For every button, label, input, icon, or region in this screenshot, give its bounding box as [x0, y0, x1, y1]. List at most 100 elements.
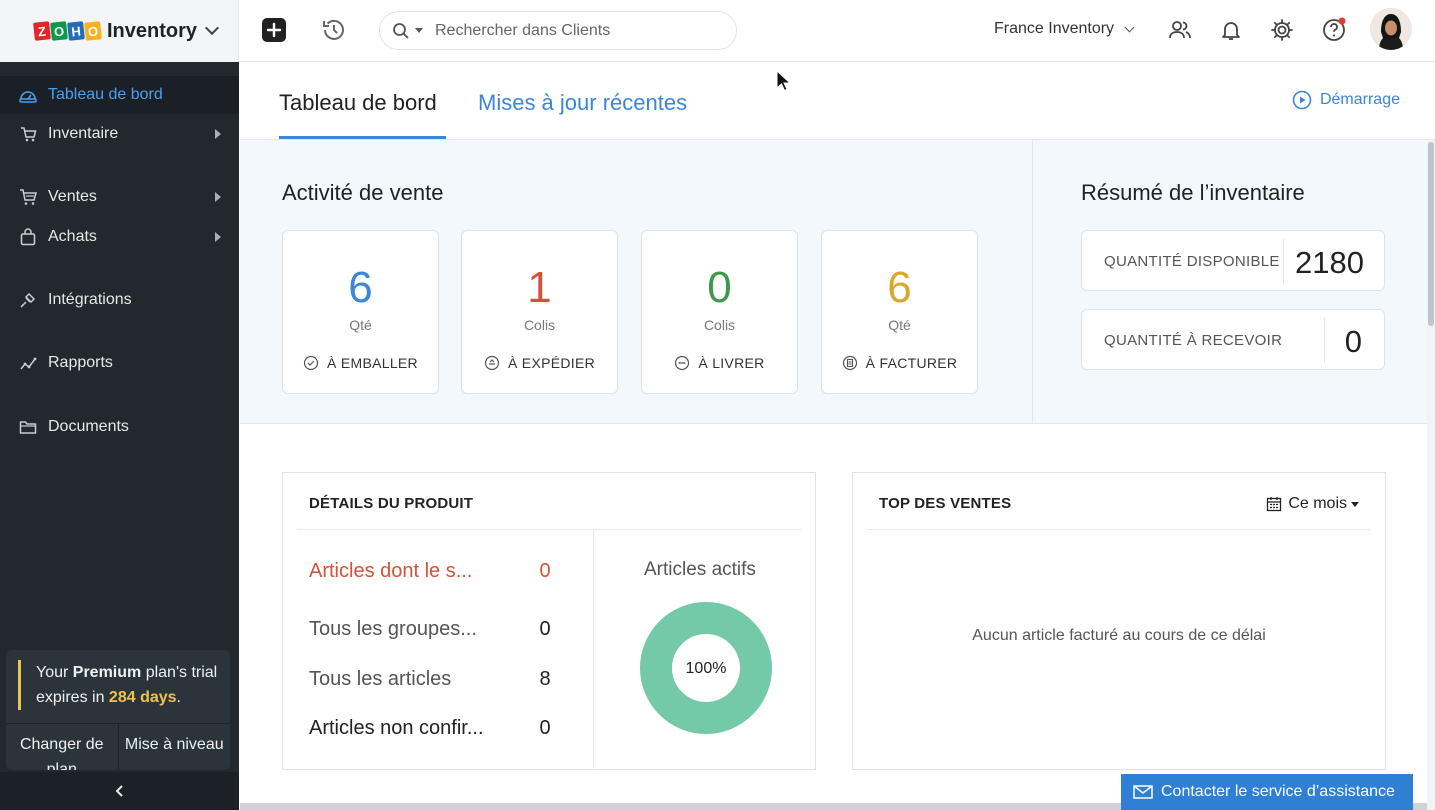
sidebar-item-inventory[interactable]: Inventaire — [0, 115, 239, 153]
to-invoice-value: 6 — [887, 263, 912, 312]
to-deliver-value: 0 — [707, 263, 732, 312]
chevron-down-icon — [1124, 22, 1135, 32]
sidebar-item-sales[interactable]: Ventes — [0, 178, 239, 216]
notifications-button[interactable] — [1218, 17, 1244, 43]
sidebar-item-documents[interactable]: Documents — [0, 408, 239, 446]
avatar[interactable] — [1370, 8, 1412, 50]
divider — [297, 529, 801, 530]
history-button[interactable] — [321, 17, 347, 43]
reports-icon — [18, 353, 38, 373]
to-ship-label: À EXPÉDIER — [462, 355, 617, 371]
organization-switcher[interactable]: France Inventory — [994, 20, 1135, 38]
calendar-icon — [1267, 497, 1282, 512]
caret-right-icon — [215, 192, 221, 202]
ship-icon — [484, 355, 500, 371]
dashboard-tabs: Tableau de bord Mises à jour récentes Dé… — [240, 62, 1435, 140]
bell-icon — [1222, 22, 1240, 40]
available-quantity-box: QUANTITÉ DISPONIBLE 2180 — [1081, 230, 1385, 291]
to-pack-value: 6 — [348, 263, 373, 312]
top-sales-panel: TOP DES VENTES Ce mois Aucun article fac… — [852, 472, 1386, 770]
sales-activity-title: Activité de vente — [282, 180, 444, 205]
all-items-value: 8 — [539, 668, 551, 690]
sales-activity-section: Activité de vente 6 Qté À EMBALLER 1 Col… — [240, 140, 1427, 424]
caret-down-icon — [1351, 501, 1359, 507]
help-button[interactable] — [1321, 17, 1347, 43]
to-invoice-label: À FACTURER — [822, 355, 977, 371]
sidebar-item-integrations[interactable]: Intégrations — [0, 281, 239, 319]
to-ship-card[interactable]: 1 Colis À EXPÉDIER — [461, 230, 618, 394]
period-dropdown[interactable]: Ce mois — [1266, 495, 1359, 513]
change-plan-button[interactable]: Changer de plan — [6, 724, 118, 770]
all-item-groups-value: 0 — [539, 618, 551, 640]
chevron-down-icon — [204, 20, 220, 36]
search-input[interactable] — [435, 21, 715, 40]
to-ship-unit: Colis — [523, 317, 556, 333]
users-icon — [1169, 21, 1191, 39]
sidebar-item-dashboard[interactable]: Tableau de bord — [0, 76, 239, 114]
sidebar-item-label: Ventes — [48, 188, 97, 205]
all-item-groups-link[interactable]: Tous les groupes... — [309, 618, 477, 641]
to-deliver-unit: Colis — [703, 317, 736, 333]
unconfirmed-items-value: 0 — [539, 717, 551, 739]
available-quantity-label: QUANTITÉ DISPONIBLE — [1104, 253, 1280, 270]
search-scope-caret-icon[interactable] — [415, 28, 423, 33]
low-stock-items-value: 0 — [539, 560, 551, 582]
upgrade-button[interactable]: Mise à niveau — [117, 724, 231, 770]
trial-message: Your Premium plan's trial expires in 284… — [18, 660, 218, 710]
to-pack-label: À EMBALLER — [283, 355, 438, 371]
contact-support-button[interactable]: Contacter le service d’assistance — [1121, 774, 1413, 810]
zoho-logo: Z O H O — [33, 21, 102, 41]
collapse-sidebar-button[interactable] — [0, 772, 239, 810]
active-items-percent: 100% — [686, 660, 727, 677]
low-stock-items-link[interactable]: Articles dont le s... — [309, 560, 472, 583]
app-name: Inventory — [107, 19, 198, 42]
help-icon — [1323, 17, 1346, 41]
section-divider — [1032, 140, 1033, 424]
search-bar — [379, 11, 737, 50]
settings-button[interactable] — [1269, 17, 1295, 43]
to-deliver-card[interactable]: 0 Colis À LIVRER — [641, 230, 798, 394]
search-icon[interactable] — [392, 22, 410, 40]
inventory-summary-title: Résumé de l’inventaire — [1081, 180, 1305, 205]
getting-started-link[interactable]: Démarrage — [1292, 90, 1400, 110]
sidebar-item-reports[interactable]: Rapports — [0, 344, 239, 382]
chevron-left-icon — [115, 785, 123, 797]
folder-icon — [18, 417, 38, 437]
active-items-title: Articles actifs — [644, 559, 756, 580]
plus-icon — [262, 18, 286, 42]
plan-name: Premium — [72, 664, 142, 681]
active-tab-indicator — [279, 136, 446, 139]
divider — [1283, 239, 1284, 284]
active-items-donut: 100% — [640, 602, 772, 734]
sidebar-item-label: Documents — [48, 418, 129, 435]
gear-icon — [1271, 19, 1293, 41]
invoice-icon — [842, 355, 857, 371]
brand-switcher[interactable]: Z O H O Inventory — [0, 0, 239, 62]
available-quantity-value: 2180 — [1295, 245, 1364, 280]
vertical-scrollbar-thumb[interactable] — [1428, 142, 1434, 326]
trial-days: 284 days — [108, 689, 177, 706]
check-circle-icon — [303, 355, 319, 371]
all-items-link[interactable]: Tous les articles — [309, 668, 451, 691]
tab-dashboard[interactable]: Tableau de bord — [279, 90, 437, 116]
deliver-icon — [675, 355, 690, 371]
sidebar-item-label: Rapports — [48, 354, 113, 371]
new-button[interactable] — [261, 17, 287, 43]
to-deliver-label: À LIVRER — [642, 355, 797, 371]
sidebar: Tableau de bord Inventaire Ventes Achats… — [0, 62, 239, 810]
tab-recent-updates[interactable]: Mises à jour récentes — [478, 90, 687, 116]
top-sales-title: TOP DES VENTES — [879, 495, 1012, 512]
mouse-cursor-icon — [776, 70, 792, 92]
quantity-to-receive-label: QUANTITÉ À RECEVOIR — [1104, 332, 1283, 349]
to-pack-card[interactable]: 6 Qté À EMBALLER — [282, 230, 439, 394]
caret-right-icon — [215, 232, 221, 242]
unconfirmed-items-link[interactable]: Articles non confir... — [309, 717, 484, 740]
to-invoice-card[interactable]: 6 Qté À FACTURER — [821, 230, 978, 394]
sidebar-item-purchases[interactable]: Achats — [0, 218, 239, 256]
divider — [1324, 318, 1325, 363]
organization-name: France Inventory — [994, 20, 1115, 37]
caret-right-icon — [215, 129, 221, 139]
integrations-icon — [18, 290, 38, 310]
users-button[interactable] — [1167, 17, 1193, 43]
sidebar-item-label: Inventaire — [48, 125, 119, 142]
